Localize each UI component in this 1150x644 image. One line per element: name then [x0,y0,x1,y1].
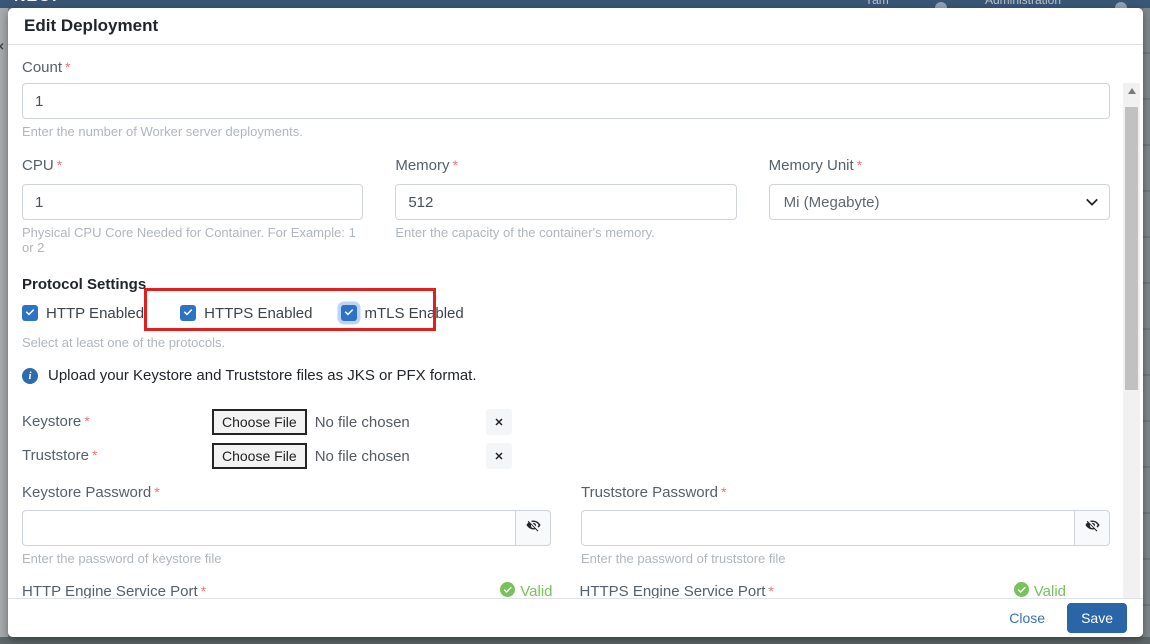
required-asterisk: * [57,157,62,173]
required-asterisk: * [453,157,458,173]
keystore-label: Keystore* [22,413,212,431]
modal-footer: Close Save [8,598,1143,637]
eye-slash-icon [526,518,541,538]
modal-body: Count* Enter the number of Worker server… [8,45,1143,598]
checkbox-checked-icon[interactable] [341,305,357,321]
navbar-text-fragment: Yam [865,0,889,7]
resources-row: CPU* Physical CPU Core Needed for Contai… [22,157,1110,255]
protocol-settings-heading: Protocol Settings [22,276,1110,293]
valid-badge-text: Valid [520,583,552,598]
memory-unit-select[interactable]: Mi (Megabyte) [769,184,1110,220]
memory-unit-field-group: Memory Unit* Mi (Megabyte) [769,157,1110,255]
modal-header: Edit Deployment [8,8,1143,45]
cpu-helper-text: Physical CPU Core Needed for Container. … [22,225,363,255]
https-port-group: HTTPS Engine Service Port* Valid [580,582,1111,598]
cpu-field-group: CPU* Physical CPU Core Needed for Contai… [22,157,363,255]
protocol-checkbox-row: HTTP Enabled HTTPS Enabled mTLS Enabled [22,304,1110,322]
checkbox-label: HTTPS Enabled [204,305,312,322]
file-status-text: No file chosen [315,414,410,431]
navbar-text-fragment: Administration [985,0,1061,7]
required-asterisk: * [201,583,206,599]
save-button[interactable]: Save [1067,603,1127,633]
memory-unit-label: Memory Unit [769,157,854,174]
checkbox-http-enabled[interactable]: HTTP Enabled [22,305,144,322]
ports-row: HTTP Engine Service Port* Valid HTT [22,582,1110,598]
page-backdrop-right [1143,8,1150,637]
required-asterisk: * [65,59,70,75]
memory-label: Memory [395,157,449,174]
https-port-label: HTTPS Engine Service Port* [580,583,774,599]
count-label: Count [22,59,62,76]
checkbox-checked-icon[interactable] [22,305,38,321]
upload-note-row: i Upload your Keystore and Truststore fi… [22,367,1110,384]
checkbox-https-enabled[interactable]: HTTPS Enabled [180,305,312,322]
required-asterisk: * [92,447,97,463]
modal-title: Edit Deployment [24,16,158,36]
file-status-text: No file chosen [315,448,410,465]
info-icon: i [22,368,38,384]
valid-badge-text: Valid [1034,583,1066,598]
memory-field-group: Memory* Enter the capacity of the contai… [395,157,736,255]
clear-truststore-button[interactable]: ✕ [486,443,512,469]
required-asterisk: * [84,413,89,429]
required-asterisk: * [768,583,773,599]
truststore-password-helper: Enter the password of truststore file [581,551,1110,566]
passwords-row: Keystore Password* Enter the password of… [22,484,1110,566]
page-backdrop-bottom [0,637,1150,644]
http-port-group: HTTP Engine Service Port* Valid [22,582,553,598]
toggle-password-visibility-button[interactable] [1074,510,1110,546]
modal-scrollbar[interactable] [1123,83,1140,598]
check-circle-icon [500,582,515,598]
app-navbar: NEO! Yam Administration [0,0,1150,8]
https-port-valid-badge: Valid [1014,582,1066,598]
truststore-file-row: Truststore* Choose File No file chosen ✕ [22,442,1110,470]
edit-deployment-modal: Edit Deployment Count* Enter the number … [8,8,1143,637]
toggle-password-visibility-button[interactable] [515,510,551,546]
page-backdrop-left: ✕ [0,8,8,637]
cpu-input[interactable] [22,184,363,220]
count-input[interactable] [22,83,1110,119]
clear-keystore-button[interactable]: ✕ [486,409,512,435]
upload-note-text: Upload your Keystore and Truststore file… [48,367,477,384]
eye-slash-icon [1085,518,1100,538]
truststore-password-input[interactable] [581,510,1074,546]
memory-input[interactable] [395,184,736,220]
memory-unit-selected-value: Mi (Megabyte) [784,194,880,211]
required-asterisk: * [721,484,726,500]
sidebar-collapse-icon: ✕ [0,42,4,53]
memory-helper-text: Enter the capacity of the container's me… [395,225,736,240]
close-button[interactable]: Close [1009,610,1045,626]
scrollbar-thumb[interactable] [1125,107,1138,390]
keystore-password-label: Keystore Password [22,484,151,501]
protocol-helper-text: Select at least one of the protocols. [22,335,1110,350]
http-port-valid-badge: Valid [500,582,552,598]
keystore-file-row: Keystore* Choose File No file chosen ✕ [22,408,1110,436]
cpu-label: CPU [22,157,54,174]
keystore-password-helper: Enter the password of keystore file [22,551,551,566]
truststore-file-input[interactable]: Choose File No file chosen [212,443,464,469]
count-field-group: Count* Enter the number of Worker server… [22,59,1110,139]
truststore-password-group: Truststore Password* Enter the password … [581,484,1110,566]
chevron-down-icon [1085,195,1099,213]
checkbox-label: HTTP Enabled [46,305,144,322]
scroll-up-arrow[interactable] [1123,83,1140,98]
truststore-label: Truststore* [22,447,212,465]
app-logo: NEO! [14,0,58,6]
keystore-password-group: Keystore Password* Enter the password of… [22,484,551,566]
choose-file-button[interactable]: Choose File [212,443,307,469]
checkbox-mtls-enabled[interactable]: mTLS Enabled [341,305,464,322]
check-circle-icon [1014,582,1029,598]
truststore-password-label: Truststore Password [581,484,718,501]
required-asterisk: * [154,484,159,500]
required-asterisk: * [857,157,862,173]
keystore-password-input[interactable] [22,510,515,546]
choose-file-button[interactable]: Choose File [212,409,307,435]
checkbox-checked-icon[interactable] [180,305,196,321]
count-helper-text: Enter the number of Worker server deploy… [22,124,1110,139]
keystore-file-input[interactable]: Choose File No file chosen [212,409,464,435]
http-port-label: HTTP Engine Service Port* [22,583,206,599]
checkbox-label: mTLS Enabled [365,305,464,322]
